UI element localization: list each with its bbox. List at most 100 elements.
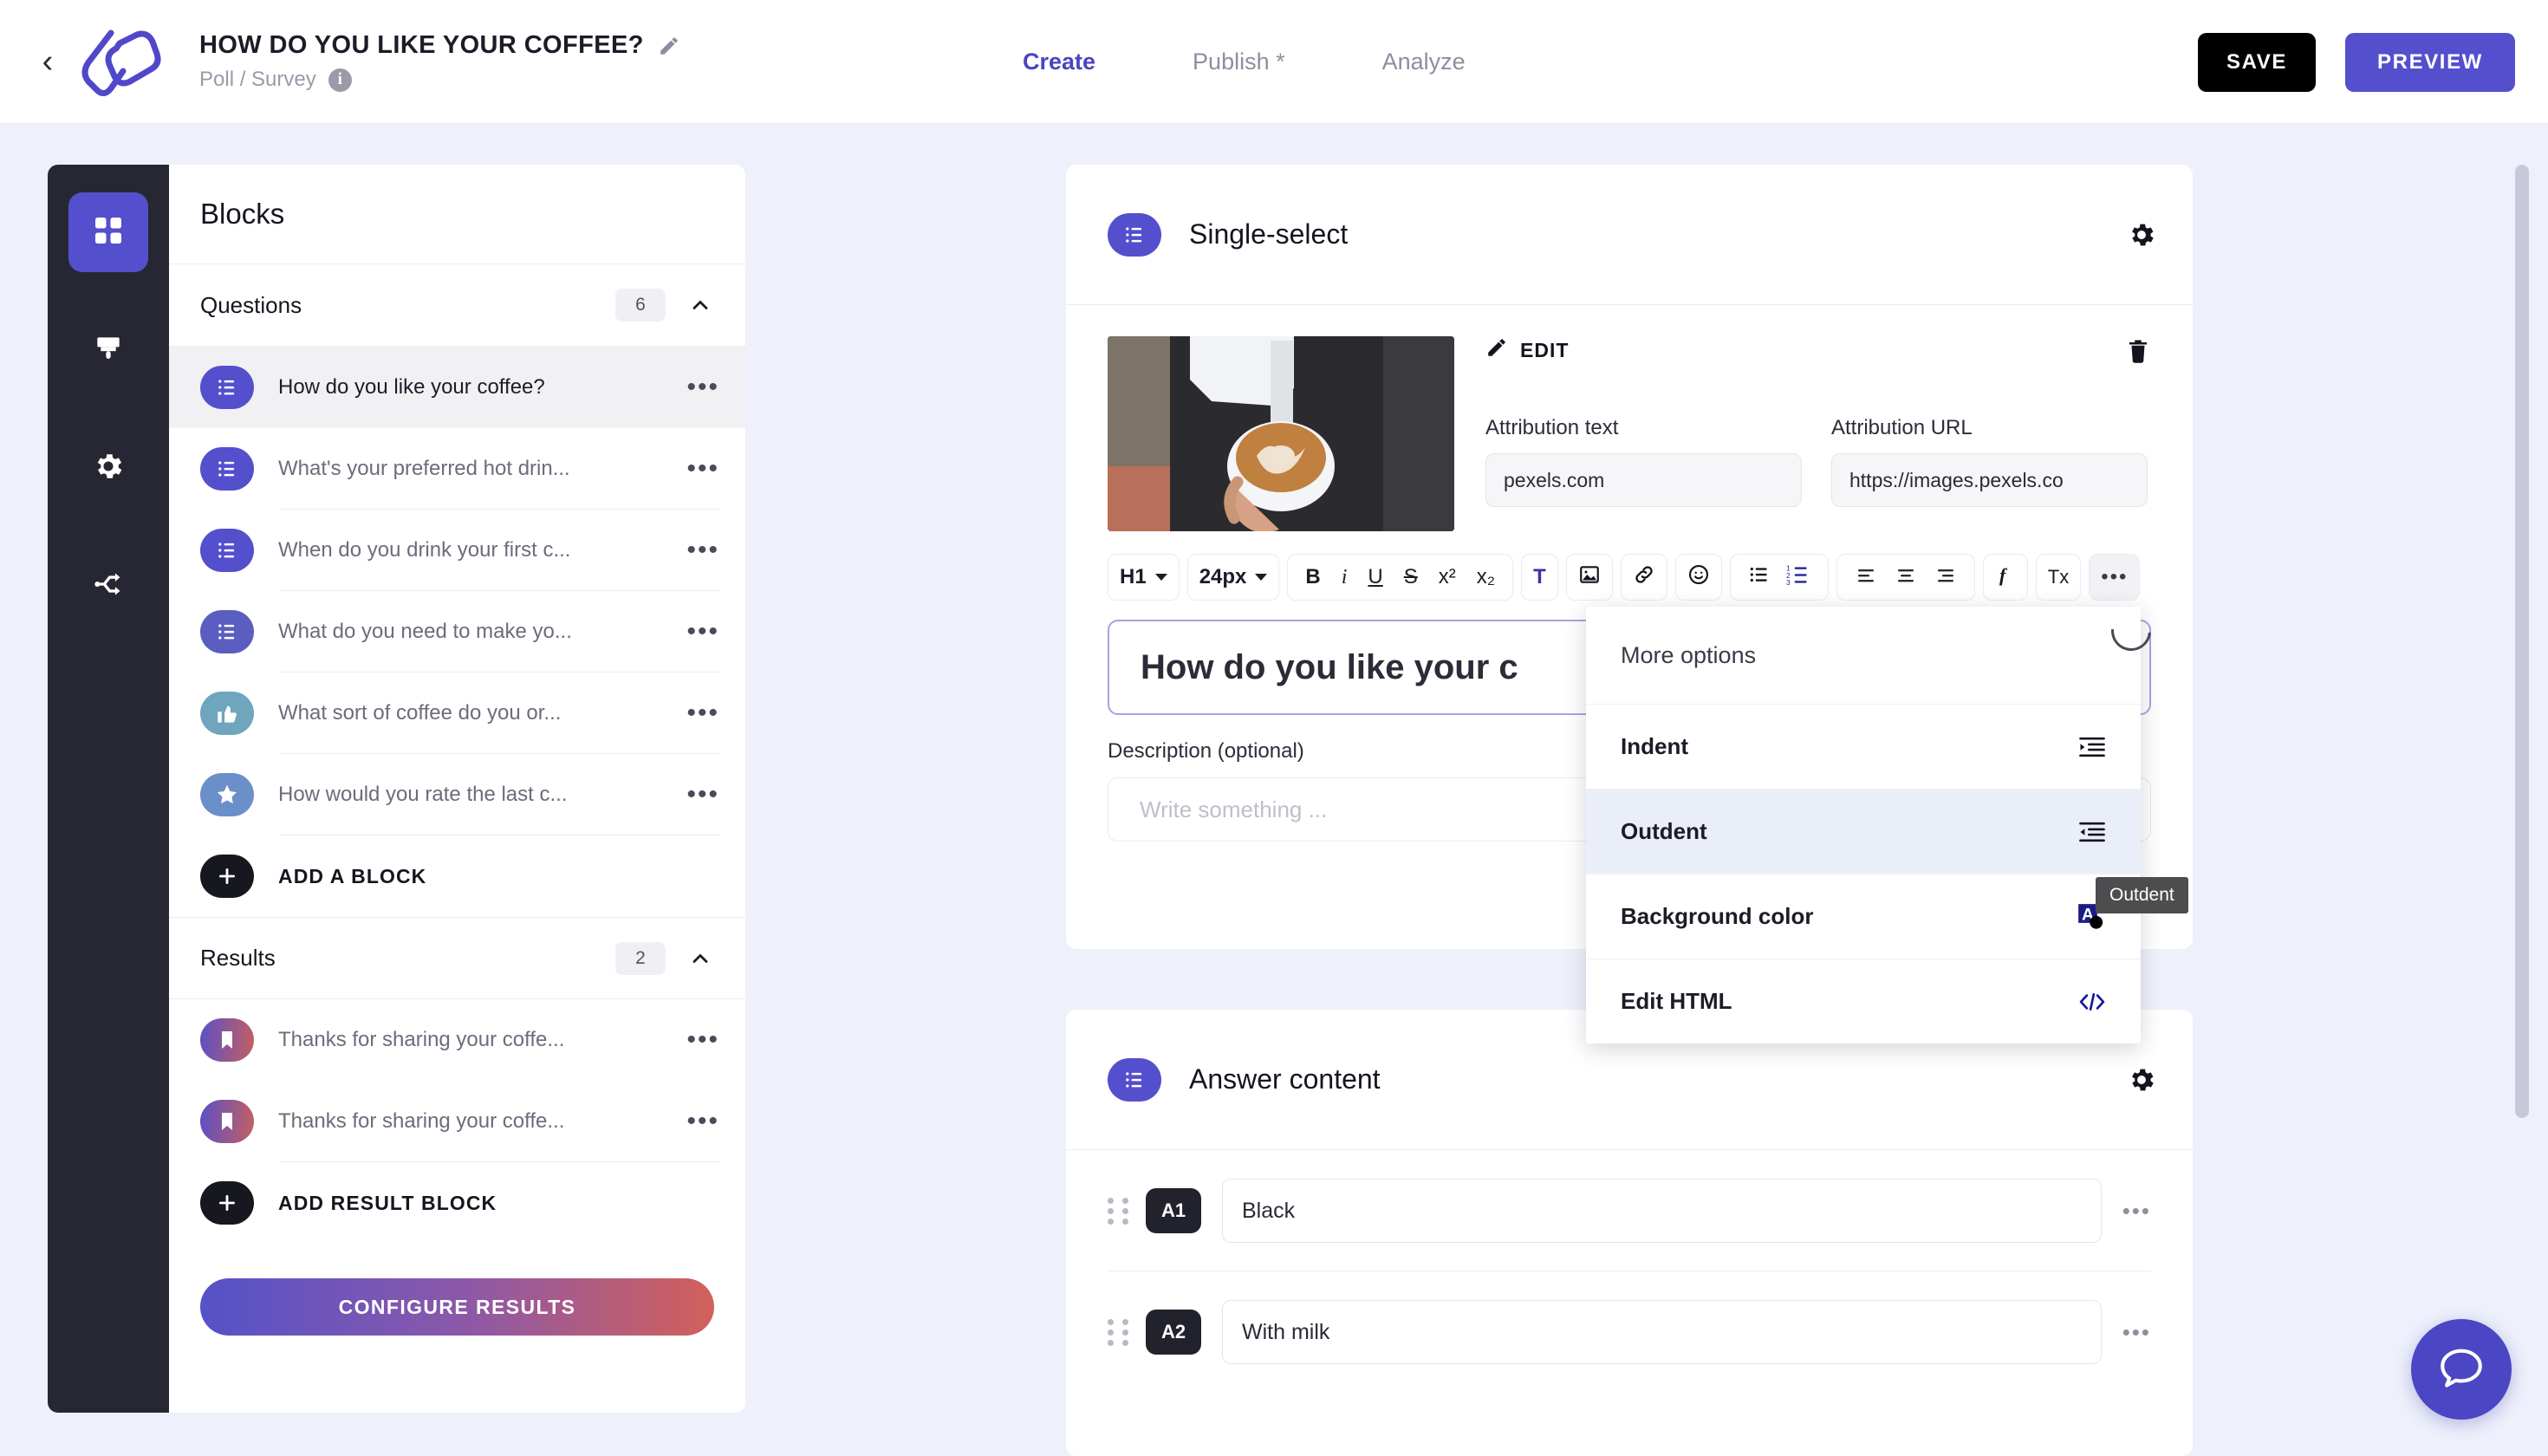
questions-section-header[interactable]: Questions 6 [169, 264, 745, 347]
chat-support-button[interactable] [2411, 1319, 2512, 1420]
block-item-menu-button[interactable]: ••• [686, 1027, 719, 1053]
blocks-panel: Blocks Questions 6 How do you like your … [169, 165, 745, 1413]
font-size-value: 24px [1199, 565, 1247, 588]
answer-tag: A2 [1146, 1310, 1201, 1355]
insert-link-button[interactable] [1620, 554, 1667, 601]
info-icon[interactable]: i [328, 68, 352, 92]
block-item-menu-button[interactable]: ••• [686, 456, 719, 482]
block-item-menu-button[interactable]: ••• [686, 537, 719, 563]
results-section-label: Results [200, 945, 276, 971]
block-item-question-4[interactable]: What do you need to make yo... ••• [169, 591, 745, 673]
dropdown-item-indent[interactable]: Indent [1586, 704, 2141, 789]
results-section-header[interactable]: Results 2 [169, 917, 745, 999]
align-center-button[interactable] [1895, 564, 1917, 591]
more-options-button[interactable]: ••• [2089, 554, 2141, 601]
block-item-menu-button[interactable]: ••• [686, 1108, 719, 1134]
star-icon [200, 773, 254, 816]
subscript-button[interactable]: x₂ [1477, 565, 1495, 589]
dropdown-item-edit-html[interactable]: Edit HTML [1586, 959, 2141, 1043]
add-a-block-button[interactable]: ADD A BLOCK [169, 835, 745, 917]
bookmark-icon [200, 1100, 254, 1143]
dropdown-heading: More options [1621, 641, 1757, 668]
answer-tag: A1 [1146, 1188, 1201, 1233]
tab-analyze[interactable]: Analyze [1382, 49, 1466, 75]
results-count-badge: 2 [615, 941, 666, 975]
heading-level-dropdown[interactable]: H1 [1108, 554, 1180, 601]
insert-image-button[interactable] [1565, 554, 1613, 601]
block-item-result-2[interactable]: Thanks for sharing your coffe... ••• [169, 1081, 745, 1162]
add-result-block-button[interactable]: ADD RESULT BLOCK [169, 1162, 745, 1244]
dropdown-item-outdent[interactable]: Outdent [1586, 789, 2141, 874]
text-color-glyph: T [1533, 565, 1546, 588]
block-item-label: Thanks for sharing your coffe... [278, 1109, 565, 1133]
block-item-question-6[interactable]: How would you rate the last c... ••• [169, 754, 745, 835]
answer-input[interactable] [1222, 1179, 2102, 1243]
insert-formula-button[interactable]: f [1982, 554, 2028, 601]
tab-publish[interactable]: Publish * [1193, 49, 1285, 75]
dropdown-item-background-color[interactable]: Background color A [1586, 874, 2141, 959]
align-center-icon [1895, 564, 1917, 591]
block-item-label: How would you rate the last c... [278, 783, 568, 806]
attribution-text-input[interactable] [1485, 453, 1802, 507]
edit-title-pencil-icon[interactable] [658, 35, 680, 57]
rail-item-settings[interactable] [68, 428, 148, 508]
block-item-question-5[interactable]: What sort of coffee do you or... ••• [169, 673, 745, 754]
block-item-menu-button[interactable]: ••• [686, 782, 719, 808]
block-item-menu-button[interactable]: ••• [686, 619, 719, 645]
save-button[interactable]: SAVE [2198, 32, 2316, 92]
trash-icon[interactable] [2125, 338, 2151, 364]
text-color-button[interactable]: T [1521, 554, 1558, 601]
rail-item-blocks[interactable] [68, 192, 148, 272]
list-icon [200, 366, 254, 409]
vertical-scrollbar-thumb[interactable] [2515, 165, 2529, 1118]
block-item-question-1[interactable]: How do you like your coffee? ••• [169, 347, 745, 428]
attribution-text-field-group: Attribution text [1485, 416, 1802, 507]
question-image-thumbnail[interactable] [1108, 336, 1454, 531]
configure-results-button[interactable]: CONFIGURE RESULTS [200, 1278, 714, 1336]
strikethrough-button[interactable]: S [1404, 565, 1418, 589]
clear-formatting-button[interactable]: Tx [2035, 554, 2082, 601]
dropdown-item-label: Indent [1621, 733, 1688, 759]
answer-input[interactable] [1222, 1300, 2102, 1364]
ellipsis-icon: ••• [2101, 565, 2129, 588]
chevron-up-icon[interactable] [688, 293, 712, 317]
gear-icon[interactable] [2127, 220, 2156, 250]
block-item-question-3[interactable]: When do you drink your first c... ••• [169, 510, 745, 591]
italic-button[interactable]: i [1342, 566, 1348, 589]
answer-row-menu-button[interactable]: ••• [2122, 1198, 2151, 1225]
numbered-list-button[interactable]: 1 2 3 [1786, 563, 1810, 592]
block-item-question-2[interactable]: What's your preferred hot drin... ••• [169, 428, 745, 510]
rail-item-design[interactable] [68, 310, 148, 390]
block-item-label: What do you need to make yo... [278, 620, 572, 643]
bold-button[interactable]: B [1305, 565, 1320, 589]
brand-logo[interactable] [71, 22, 166, 101]
preview-button[interactable]: PREVIEW [2345, 32, 2515, 92]
drag-handle-icon[interactable] [1108, 1318, 1130, 1346]
block-item-result-1[interactable]: Thanks for sharing your coffe... ••• [169, 999, 745, 1081]
font-size-dropdown[interactable]: 24px [1186, 554, 1280, 601]
align-right-button[interactable] [1934, 564, 1957, 591]
gear-icon[interactable] [2127, 1065, 2156, 1095]
attribution-url-input[interactable] [1831, 453, 2148, 507]
insert-emoji-button[interactable] [1674, 554, 1722, 601]
edit-image-button[interactable]: EDIT [1485, 336, 2151, 364]
block-item-menu-button[interactable]: ••• [686, 374, 719, 400]
align-right-icon [1934, 564, 1957, 591]
list-bullets-icon [200, 610, 254, 653]
add-result-block-label: ADD RESULT BLOCK [278, 1191, 497, 1214]
svg-text:3: 3 [1786, 577, 1791, 585]
attribution-url-label: Attribution URL [1831, 416, 1973, 439]
rail-item-logic[interactable] [68, 546, 148, 626]
back-chevron-icon[interactable]: ‹ [28, 45, 68, 78]
document-subtitle: Poll / Survey [199, 68, 316, 91]
heading-level-value: H1 [1120, 565, 1147, 588]
underline-button[interactable]: U [1368, 565, 1382, 589]
drag-handle-icon[interactable] [1108, 1197, 1130, 1225]
block-item-menu-button[interactable]: ••• [686, 700, 719, 726]
superscript-button[interactable]: x² [1439, 565, 1456, 589]
tab-create[interactable]: Create [1023, 49, 1095, 75]
answer-row-menu-button[interactable]: ••• [2122, 1319, 2151, 1346]
chevron-up-icon[interactable] [688, 946, 712, 971]
bullet-list-button[interactable] [1748, 563, 1771, 592]
align-left-button[interactable] [1855, 564, 1877, 591]
